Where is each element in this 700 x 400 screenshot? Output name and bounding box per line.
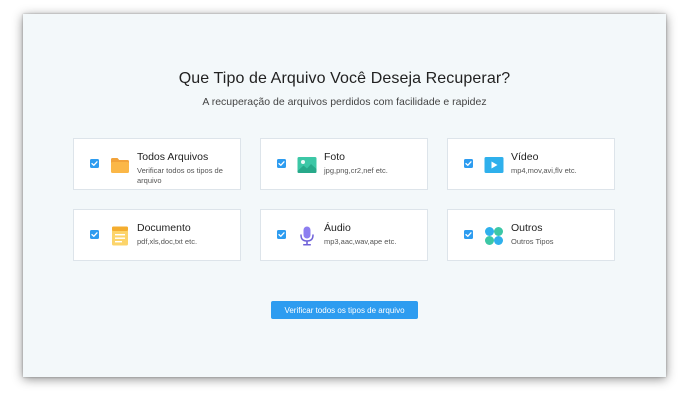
file-type-card-audio[interactable]: Áudio mp3,aac,wav,ape etc. — [260, 209, 428, 261]
document-icon — [110, 226, 130, 246]
checkbox-photo[interactable] — [277, 159, 286, 168]
scan-all-button[interactable]: Verificar todos os tipos de arquivo — [271, 301, 418, 319]
checkbox-video[interactable] — [464, 159, 473, 168]
file-type-card-photo[interactable]: Foto jpg,png,cr2,nef etc. — [260, 138, 428, 190]
other-files-icon — [484, 226, 504, 246]
file-type-card-document[interactable]: Documento pdf,xls,doc,txt etc. — [73, 209, 241, 261]
card-label: Vídeo — [511, 151, 539, 163]
app-window: Que Tipo de Arquivo Você Deseja Recupera… — [23, 14, 666, 377]
folder-icon — [110, 155, 130, 175]
checkbox-all[interactable] — [90, 159, 99, 168]
checkbox-document[interactable] — [90, 230, 99, 239]
page-title: Que Tipo de Arquivo Você Deseja Recupera… — [178, 70, 511, 87]
card-description: mp3,aac,wav,ape etc. — [324, 237, 397, 246]
card-label: Foto — [324, 151, 346, 163]
checkbox-audio[interactable] — [277, 230, 286, 239]
file-type-card-video[interactable]: Vídeo mp4,mov,avi,flv etc. — [447, 138, 615, 190]
video-play-icon — [484, 155, 504, 175]
card-label: Documento — [137, 222, 191, 234]
card-description: pdf,xls,doc,txt etc. — [137, 237, 198, 246]
checkbox-others[interactable] — [464, 230, 473, 239]
card-description: mp4,mov,avi,flv etc. — [511, 166, 577, 175]
card-description: Verificar todos os tipos de arquivo — [137, 166, 223, 185]
page-subtitle: A recuperação de arquivos perdidos com f… — [202, 96, 487, 108]
file-type-card-all[interactable]: Todos Arquivos Verificar todos os tipos … — [73, 138, 241, 190]
file-type-card-others[interactable]: Outros Outros Tipos — [447, 209, 615, 261]
card-description: jpg,png,cr2,nef etc. — [324, 166, 388, 175]
card-label: Áudio — [324, 222, 351, 234]
microphone-icon — [297, 226, 317, 246]
card-label: Outros — [511, 222, 543, 234]
card-description: Outros Tipos — [511, 237, 554, 246]
image-icon — [297, 155, 317, 175]
card-label: Todos Arquivos — [137, 151, 209, 163]
